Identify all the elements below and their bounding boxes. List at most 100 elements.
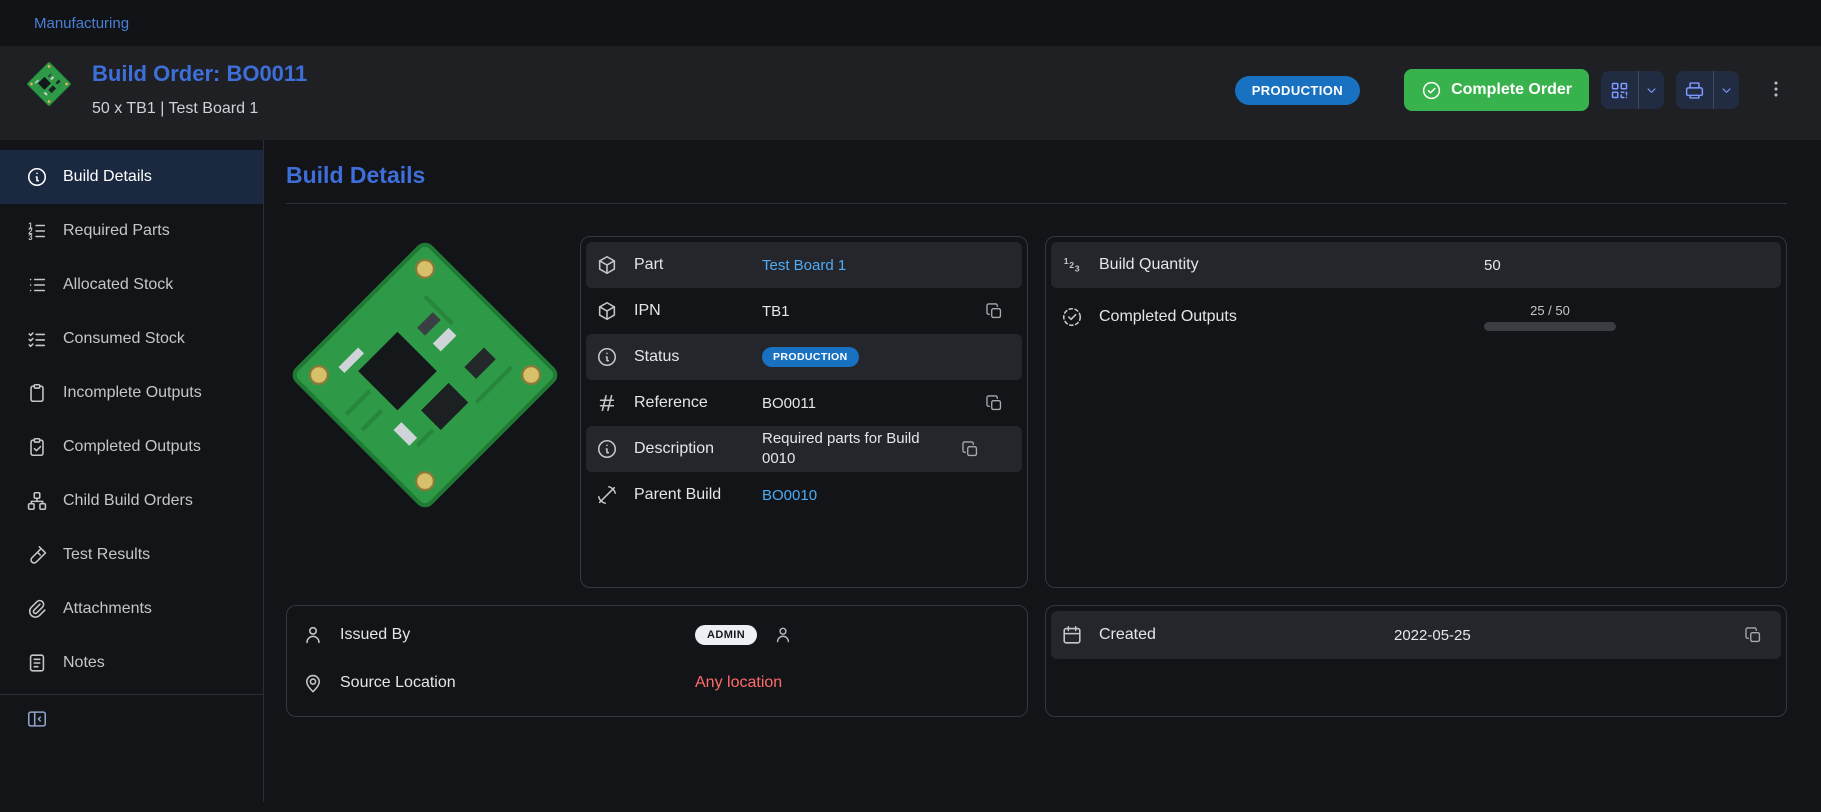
page-header: Build Order: BO0011 50 x TB1 | Test Boar…	[0, 46, 1821, 140]
reference-value: BO0011	[762, 395, 976, 412]
page-subtitle: 50 x TB1 | Test Board 1	[92, 100, 307, 118]
print-actions-button[interactable]	[1676, 71, 1739, 109]
package-icon	[596, 254, 618, 276]
row-ipn: IPN TB1	[586, 288, 1022, 334]
copy-created-button[interactable]	[1735, 619, 1771, 651]
chevron-down-icon[interactable]	[1638, 71, 1664, 109]
svg-text:1: 1	[1064, 256, 1069, 266]
sidebar-collapse-icon	[26, 708, 48, 730]
more-actions-button[interactable]	[1761, 74, 1791, 107]
sitemap-icon	[26, 490, 48, 512]
copy-icon	[985, 302, 1004, 321]
sidebar-item-notes[interactable]: Notes	[0, 636, 263, 690]
issue-details-card: Issued By ADMIN Source Location Any loca…	[286, 605, 1028, 717]
sidebar-footer	[0, 694, 263, 735]
copy-reference-button[interactable]	[976, 387, 1012, 419]
copy-description-button[interactable]	[952, 433, 988, 465]
copy-ipn-button[interactable]	[976, 295, 1012, 327]
circle-check-icon	[1421, 80, 1442, 101]
created-card: Created 2022-05-25	[1045, 605, 1787, 717]
user-icon	[773, 625, 793, 645]
status-badge: PRODUCTION	[1235, 76, 1360, 105]
sidebar-item-build-details[interactable]: Build Details	[0, 150, 263, 204]
row-label: Reference	[634, 393, 762, 413]
sidebar-item-label: Attachments	[63, 600, 152, 618]
calendar-icon	[1061, 624, 1083, 646]
info-circle-icon	[596, 346, 618, 368]
progress-label: 25 / 50	[1484, 303, 1616, 318]
sidebar-item-label: Test Results	[63, 546, 150, 564]
build-quantity-card: 123 Build Quantity 50 Completed Outputs …	[1045, 236, 1787, 588]
info-circle-icon	[596, 438, 618, 460]
row-label: Created	[1099, 625, 1394, 645]
sidebar: Build Details 123 Required Parts Allocat…	[0, 140, 264, 802]
sidebar-item-test-results[interactable]: Test Results	[0, 528, 263, 582]
details-left-group: Part Test Board 1 IPN TB1	[286, 236, 1028, 588]
sidebar-item-label: Incomplete Outputs	[63, 384, 202, 402]
barcode-actions-button[interactable]	[1601, 71, 1664, 109]
list-check-icon	[26, 328, 48, 350]
row-created: Created 2022-05-25	[1051, 611, 1781, 659]
sidebar-item-label: Build Details	[63, 168, 152, 186]
complete-order-button[interactable]: Complete Order	[1404, 69, 1589, 111]
row-label: IPN	[634, 301, 762, 321]
package-icon	[596, 300, 618, 322]
info-circle-icon	[26, 166, 48, 188]
sidebar-item-required-parts[interactable]: 123 Required Parts	[0, 204, 263, 258]
row-part: Part Test Board 1	[586, 242, 1022, 288]
sidebar-item-label: Notes	[63, 654, 105, 672]
sidebar-item-label: Child Build Orders	[63, 492, 193, 510]
row-description: Description Required parts for Build 001…	[586, 426, 1022, 472]
sidebar-item-label: Consumed Stock	[63, 330, 185, 348]
sidebar-item-attachments[interactable]: Attachments	[0, 582, 263, 636]
build-quantity-value: 50	[1484, 257, 1771, 274]
copy-icon	[961, 440, 980, 459]
chevron-down-icon[interactable]	[1713, 71, 1739, 109]
source-location-value: Any location	[695, 674, 1012, 692]
clipboard-check-icon	[26, 436, 48, 458]
sidebar-item-allocated-stock[interactable]: Allocated Stock	[0, 258, 263, 312]
notes-icon	[26, 652, 48, 674]
row-label: Issued By	[340, 625, 695, 645]
breadcrumb-manufacturing[interactable]: Manufacturing	[34, 15, 129, 32]
row-label: Build Quantity	[1099, 255, 1484, 275]
sidebar-item-child-build-orders[interactable]: Child Build Orders	[0, 474, 263, 528]
sidebar-item-label: Completed Outputs	[63, 438, 201, 456]
sidebar-item-incomplete-outputs[interactable]: Incomplete Outputs	[0, 366, 263, 420]
collapse-sidebar-button[interactable]	[26, 708, 48, 730]
svg-text:3: 3	[28, 233, 33, 242]
map-pin-icon	[302, 672, 324, 694]
dots-vertical-icon	[1765, 88, 1787, 103]
completed-outputs-value: 25 / 50	[1484, 303, 1771, 331]
svg-text:3: 3	[1075, 263, 1080, 273]
svg-text:2: 2	[1069, 260, 1074, 270]
list-icon	[26, 274, 48, 296]
admin-badge: ADMIN	[695, 625, 757, 645]
row-label: Parent Build	[634, 485, 762, 505]
part-image[interactable]	[286, 236, 564, 514]
sidebar-item-consumed-stock[interactable]: Consumed Stock	[0, 312, 263, 366]
row-issued-by: Issued By ADMIN	[292, 611, 1022, 659]
copy-icon	[1744, 626, 1763, 645]
row-label: Description	[634, 439, 762, 459]
part-thumbnail-image[interactable]	[26, 61, 72, 107]
progress-track	[1484, 322, 1616, 331]
part-link[interactable]: Test Board 1	[762, 257, 1012, 274]
created-value: 2022-05-25	[1394, 627, 1735, 644]
progress-bar: 25 / 50	[1484, 303, 1616, 331]
status-value: PRODUCTION	[762, 347, 1012, 367]
header-title-group: Build Order: BO0011 50 x TB1 | Test Boar…	[26, 61, 307, 118]
sidebar-item-label: Required Parts	[63, 222, 170, 240]
description-value: Required parts for Build 0010	[762, 429, 952, 470]
copy-icon	[985, 394, 1004, 413]
sidebar-item-label: Allocated Stock	[63, 276, 173, 294]
row-label: Part	[634, 255, 762, 275]
sidebar-item-completed-outputs[interactable]: Completed Outputs	[0, 420, 263, 474]
test-pipe-icon	[26, 544, 48, 566]
row-label: Status	[634, 347, 762, 367]
parent-build-link[interactable]: BO0010	[762, 487, 1012, 504]
clipboard-icon	[26, 382, 48, 404]
heading-divider	[286, 203, 1787, 204]
list-numbers-icon: 123	[26, 220, 48, 242]
numbers-123-icon: 123	[1061, 254, 1083, 276]
